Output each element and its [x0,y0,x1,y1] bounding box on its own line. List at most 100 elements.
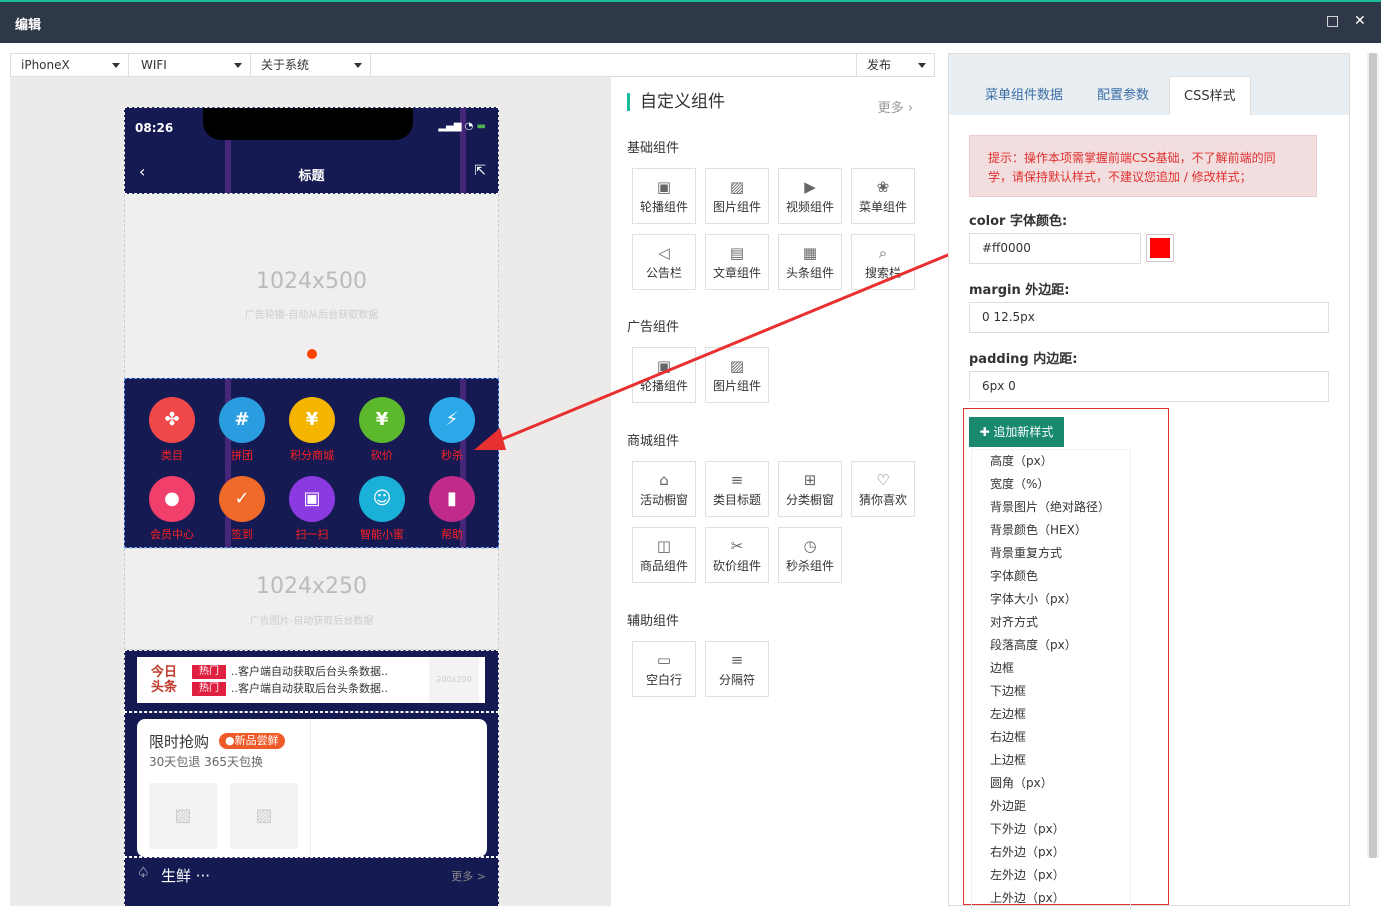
component-card[interactable]: ⊞ 分类橱窗 [778,461,842,517]
color-input[interactable]: #ff0000 [969,233,1141,264]
banner2-hint: 广告图片-自动获取后台数据 [249,616,374,627]
component-card[interactable]: ⌂ 活动橱窗 [632,461,696,517]
status-icons: ▂▄▆ ◔ ▬ [438,121,486,132]
phone-header[interactable]: 08:26 ▂▄▆ ◔ ▬ ‹ 标题 ⇱ [124,107,499,194]
scrollbar-thumb[interactable] [1369,53,1377,858]
style-option[interactable]: 边框 [972,657,1130,680]
style-option[interactable]: 宽度（%） [972,473,1130,496]
menu-item-icon: ▮ [429,476,475,522]
banner2-size-text: 1024x250 [256,574,367,599]
component-card[interactable]: ▣ 轮播组件 [632,168,696,224]
style-option[interactable]: 背景颜色（HEX） [972,519,1130,542]
publish-select[interactable]: 发布 [856,54,934,76]
margin-input[interactable]: 0 12.5px [969,302,1329,333]
component-label: 轮播组件 [639,379,688,393]
component-label: 图片组件 [712,200,761,214]
padding-input[interactable]: 6px 0 [969,371,1329,402]
component-card[interactable]: ✂ 砍价组件 [705,527,769,583]
tab-css[interactable]: CSS样式 [1169,76,1251,115]
component-label: 秒杀组件 [785,559,834,573]
network-select[interactable]: WIFI [131,54,251,76]
tab-config[interactable]: 配置参数 [1083,76,1163,115]
color-swatch[interactable] [1146,234,1174,262]
style-option[interactable]: 字体颜色 [972,565,1130,588]
component-card[interactable]: ▤ 文章组件 [705,234,769,290]
fresh-category-title[interactable]: ♤ 生鲜 ··· 更多 > [124,857,499,906]
headline-component[interactable]: 今日 头条 热门 热门 ..客户端自动获取后台头条数据.. ..客户端自动获取后台… [124,650,499,712]
component-card[interactable]: ◁ 公告栏 [632,234,696,290]
style-option[interactable]: 右外边（px） [972,841,1130,864]
component-label: 商品组件 [639,559,688,573]
menu-component[interactable]: ✤ 类目 # 拼团 ¥ 积分商城 ¥ 砍价 ⚡ 秒杀 ● 会员中心 ✓ 签到 ▣ 扫一扫 ☺ 智能小蜜 ▮ 帮助 [124,378,499,548]
network-select-value: WIFI [141,58,167,72]
component-icon: ◷ [803,537,817,555]
flash-sale-component[interactable]: 限时抢购 ●新品尝鲜 30天包退 365天包换 ▨ ▨ [124,712,499,857]
component-palette: 自定义组件 更多 › 基础组件 ▣ 轮播组件 ▨ 图片组件 ▶ 视频组件 ❀ 菜单组件 ◁ 公告栏 ▤… [611,77,935,906]
component-label: 视频组件 [785,200,834,214]
tab-menu-data[interactable]: 菜单组件数据 [971,76,1077,115]
component-card[interactable]: ▦ 头条组件 [778,234,842,290]
chevron-down-icon [918,63,926,68]
window-title: 编辑 [15,18,42,33]
phone-notch [203,108,413,140]
add-style-button[interactable]: ✚ 追加新样式 [969,417,1064,447]
style-option[interactable]: 对齐方式 [972,611,1130,634]
menu-item-icon: ⚡ [429,397,475,443]
menu-item-label: 秒杀 [441,449,463,462]
device-select[interactable]: iPhoneX [11,54,129,76]
chevron-down-icon [234,63,242,68]
component-card[interactable]: ▣ 轮播组件 [632,347,696,403]
component-label: 猜你喜欢 [858,493,907,507]
signal-icon: ▂▄▆ [438,121,462,132]
close-icon[interactable]: ✕ [1354,13,1366,29]
component-label: 公告栏 [645,266,682,280]
component-icon: ▣ [656,178,672,196]
component-card[interactable]: ▭ 空白行 [632,641,696,697]
component-icon: ≡ [730,651,744,669]
component-card[interactable]: ▶ 视频组件 [778,168,842,224]
component-card[interactable]: ▨ 图片组件 [705,347,769,403]
component-icon: ≡ [730,471,744,489]
style-option[interactable]: 圆角（px） [972,772,1130,795]
flash-sale-card: 限时抢购 ●新品尝鲜 30天包退 365天包换 ▨ ▨ [137,719,487,857]
style-option[interactable]: 右边框 [972,726,1130,749]
image-placeholder-icon: ▨ [149,783,217,849]
banner-carousel[interactable]: 1024x500 广告轮播-自动从后台获取数据 [124,194,499,378]
component-card[interactable]: ⌕ 搜索栏 [851,234,915,290]
component-card[interactable]: ◷ 秒杀组件 [778,527,842,583]
style-option[interactable]: 上边框 [972,749,1130,772]
style-option[interactable]: 高度（px） [972,450,1130,473]
headline-logo: 今日 头条 [151,665,177,695]
style-option[interactable]: 左边框 [972,703,1130,726]
system-select[interactable]: 关于系统 [251,54,371,76]
style-option[interactable]: 外边距 [972,795,1130,818]
style-option[interactable]: 下外边（px） [972,818,1130,841]
palette-section-title: 基础组件 [627,141,680,156]
component-label: 搜索栏 [864,266,901,280]
banner-image[interactable]: 1024x250 广告图片-自动获取后台数据 [124,548,499,650]
style-option[interactable]: 背景重复方式 [972,542,1130,565]
component-card[interactable]: ▨ 图片组件 [705,168,769,224]
component-card[interactable]: ≡ 类目标题 [705,461,769,517]
page-scrollbar[interactable] [1367,53,1379,858]
style-option[interactable]: 字体大小（px） [972,588,1130,611]
style-option[interactable]: 段落高度（px） [972,634,1130,657]
menu-item-icon: # [219,397,265,443]
menu-item-icon: ¥ [289,397,335,443]
more-link[interactable]: 更多 > [451,868,486,884]
palette-more-link[interactable]: 更多 › [878,97,913,116]
component-icon: ⊞ [803,471,817,489]
share-icon[interactable]: ⇱ [474,163,486,179]
style-option[interactable]: 下边框 [972,680,1130,703]
component-card[interactable]: ◫ 商品组件 [632,527,696,583]
headline-logo-line1: 今日 [151,665,178,680]
style-option[interactable]: 背景图片（绝对路径） [972,496,1130,519]
menu-item-label: 智能小蜜 [360,528,404,541]
component-card[interactable]: ≡ 分隔符 [705,641,769,697]
component-icon: ⌂ [659,471,669,489]
component-card[interactable]: ❀ 菜单组件 [851,168,915,224]
style-option[interactable]: 左外边（px） [972,864,1130,887]
restore-icon[interactable]: □ [1326,13,1339,29]
component-card[interactable]: ♡ 猜你喜欢 [851,461,915,517]
publish-select-value: 发布 [867,58,892,72]
